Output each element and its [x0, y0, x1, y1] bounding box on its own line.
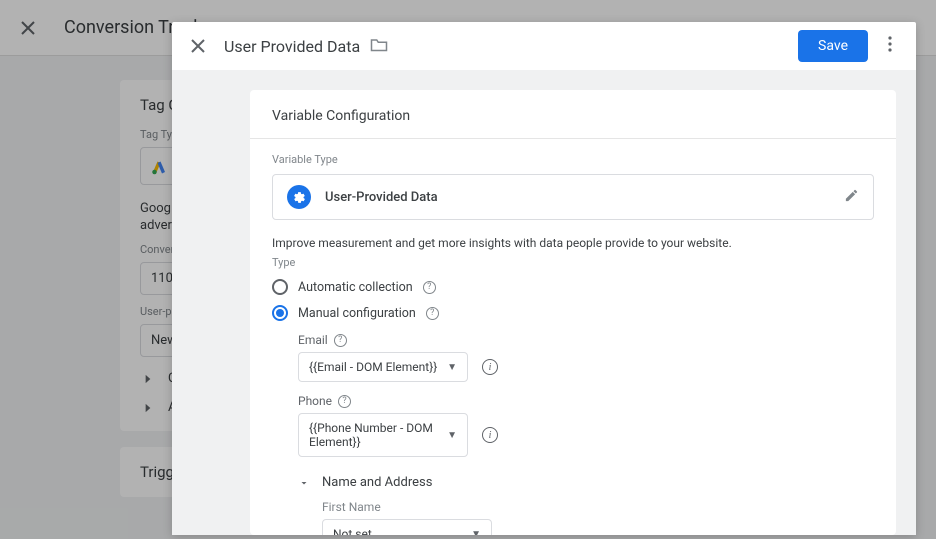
phone-label: Phone — [298, 394, 332, 408]
folder-icon[interactable] — [370, 37, 388, 56]
help-icon[interactable]: ? — [338, 395, 351, 408]
user-data-icon — [287, 185, 311, 209]
first-name-label: First Name — [322, 500, 874, 514]
radio-automatic[interactable]: Automatic collection ? — [272, 279, 874, 295]
modal-body: Variable Configuration Variable Type Use… — [172, 70, 916, 535]
radio-manual-label: Manual configuration — [298, 306, 416, 321]
email-value: {{Email - DOM Element}} — [309, 360, 437, 374]
save-button[interactable]: Save — [798, 30, 868, 62]
info-icon[interactable]: i — [482, 427, 498, 443]
radio-icon-selected — [272, 305, 288, 321]
variable-type-selector[interactable]: User-Provided Data — [272, 174, 874, 220]
radio-auto-label: Automatic collection — [298, 280, 413, 295]
first-name-block: First Name Not set ▼ — [322, 500, 874, 535]
variable-editor-modal: User Provided Data Save Variable Configu… — [172, 22, 916, 535]
info-icon[interactable]: i — [482, 359, 498, 375]
edit-icon[interactable] — [844, 188, 859, 207]
phone-value: {{Phone Number - DOM Element}} — [309, 421, 447, 449]
modal-title: User Provided Data — [224, 37, 360, 56]
email-label: Email — [298, 333, 328, 347]
help-icon[interactable]: ? — [426, 307, 439, 320]
chevron-down-icon: ▼ — [447, 430, 457, 441]
info-text: Improve measurement and get more insight… — [272, 236, 874, 250]
name-address-label: Name and Address — [322, 475, 432, 490]
radio-manual[interactable]: Manual configuration ? — [272, 305, 874, 321]
chevron-down-icon: ▼ — [471, 529, 481, 536]
type-label: Type — [272, 256, 874, 269]
variable-type-name: User-Provided Data — [325, 190, 830, 205]
variable-type-label: Variable Type — [272, 153, 874, 166]
help-icon[interactable]: ? — [423, 281, 436, 294]
variable-config-card: Variable Configuration Variable Type Use… — [250, 90, 896, 535]
first-name-dropdown[interactable]: Not set ▼ — [322, 519, 492, 535]
help-icon[interactable]: ? — [334, 334, 347, 347]
phone-dropdown[interactable]: {{Phone Number - DOM Element}} ▼ — [298, 413, 468, 457]
chevron-down-icon — [298, 477, 310, 489]
first-name-value: Not set — [333, 527, 372, 535]
name-address-section[interactable]: Name and Address — [298, 475, 874, 490]
phone-field-block: Phone ? {{Phone Number - DOM Element}} ▼… — [298, 394, 874, 457]
more-menu-icon[interactable] — [878, 36, 902, 56]
chevron-down-icon: ▼ — [447, 362, 457, 373]
close-icon[interactable] — [186, 34, 210, 58]
email-dropdown[interactable]: {{Email - DOM Element}} ▼ — [298, 352, 468, 382]
radio-icon — [272, 279, 288, 295]
modal-header: User Provided Data Save — [172, 22, 916, 70]
config-title: Variable Configuration — [250, 90, 896, 139]
email-field-block: Email ? {{Email - DOM Element}} ▼ i — [298, 333, 874, 382]
